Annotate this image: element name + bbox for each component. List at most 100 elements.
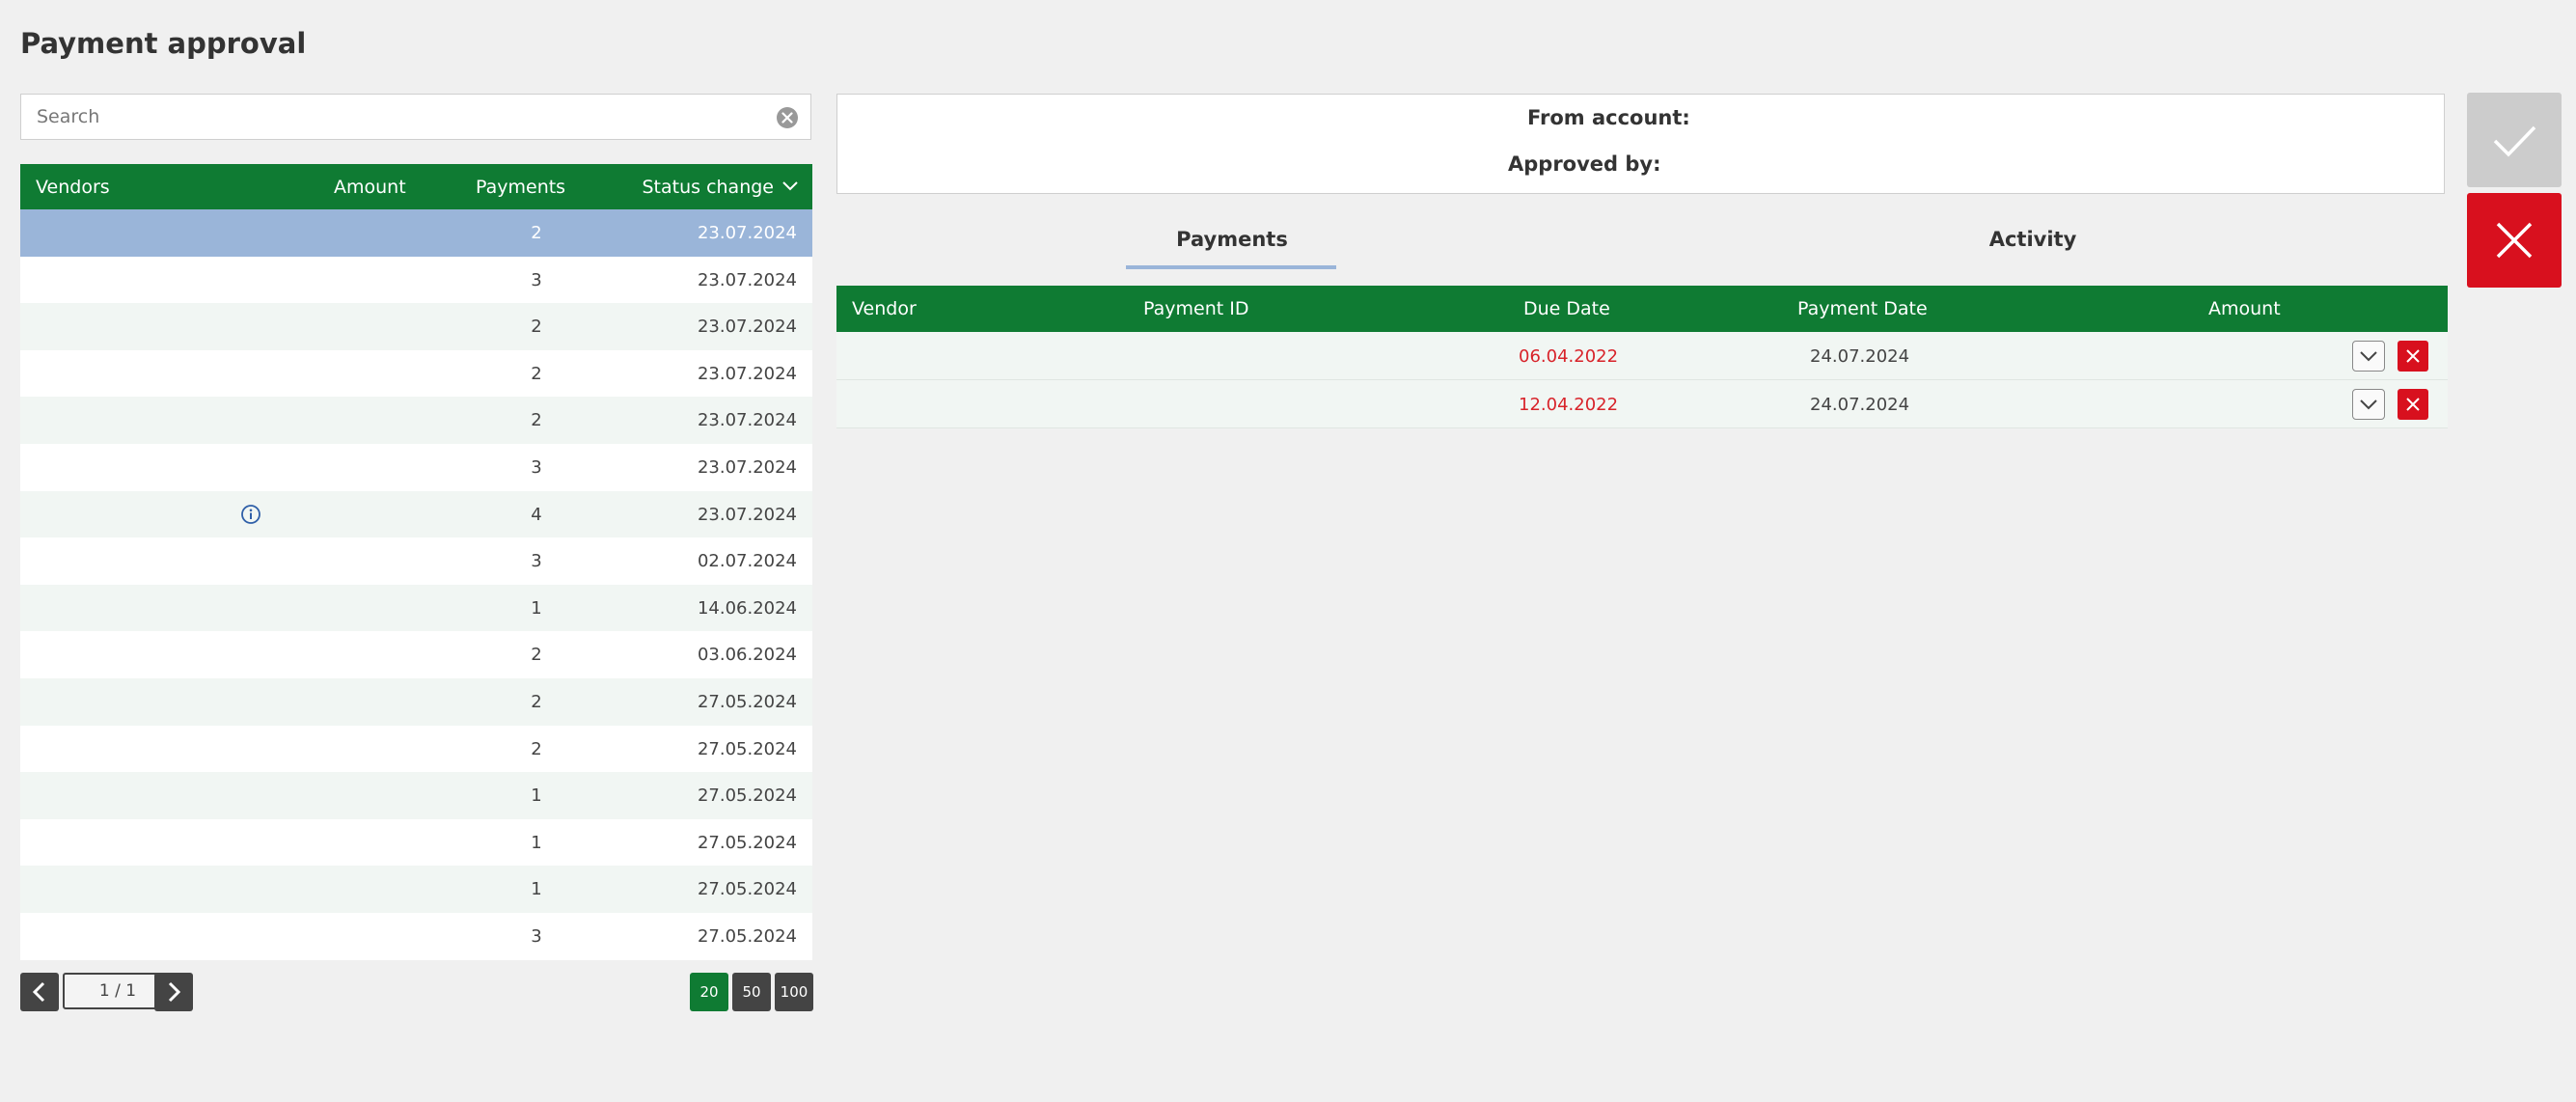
- payment-date: 24.07.2024: [1810, 395, 1910, 415]
- clear-search-icon[interactable]: [776, 106, 799, 129]
- payment-details-box: From account: Approved by:: [836, 94, 2445, 194]
- status-change-date: 27.05.2024: [697, 691, 797, 712]
- status-change-date: 23.07.2024: [697, 410, 797, 431]
- status-change-date: 27.05.2024: [697, 925, 797, 947]
- table-row[interactable]: 1 27.05.2024: [20, 818, 812, 867]
- payments-table: Vendor Payment ID Due Date Payment Date …: [836, 286, 2448, 428]
- column-header-amount[interactable]: Amount: [2208, 298, 2281, 319]
- page-size-20-button[interactable]: 20: [690, 973, 728, 1011]
- chevron-down-icon: [2360, 399, 2377, 410]
- previous-page-button[interactable]: [20, 973, 59, 1011]
- payments-count: 3: [531, 925, 542, 947]
- table-row[interactable]: 3 02.07.2024: [20, 537, 812, 585]
- info-icon[interactable]: [240, 504, 261, 525]
- table-row[interactable]: 1 14.06.2024: [20, 584, 812, 632]
- table-row[interactable]: 2 23.07.2024: [20, 397, 812, 444]
- active-tab-indicator: [1126, 265, 1336, 269]
- status-change-date: 23.07.2024: [697, 269, 797, 290]
- table-row[interactable]: 2 27.05.2024: [20, 677, 812, 726]
- payments-count: 2: [531, 223, 542, 243]
- status-change-date: 27.05.2024: [697, 832, 797, 853]
- vendors-table-body: 2 23.07.2024 3 23.07.2024 2 23.07.2024 2 23.07.…: [20, 209, 812, 960]
- vendors-table-header: Vendors Amount Payments Status change: [20, 164, 812, 209]
- approved-by-label: Approved by:: [1508, 152, 1661, 176]
- due-date: 06.04.2022: [1519, 346, 1619, 367]
- payments-count: 1: [531, 597, 542, 619]
- payments-count: 2: [531, 691, 542, 712]
- table-row[interactable]: 2 23.07.2024: [20, 209, 812, 257]
- column-header-payments[interactable]: Payments: [476, 177, 565, 198]
- column-header-status-change[interactable]: Status change: [642, 177, 774, 198]
- search-box: [20, 94, 811, 140]
- payment-date: 24.07.2024: [1810, 346, 1910, 367]
- page-size-100-button[interactable]: 100: [775, 973, 813, 1011]
- page-title: Payment approval: [20, 27, 307, 60]
- table-row[interactable]: 3 23.07.2024: [20, 256, 812, 304]
- payments-count: 3: [531, 456, 542, 478]
- status-change-date: 27.05.2024: [697, 738, 797, 759]
- column-header-payment-date[interactable]: Payment Date: [1797, 298, 1928, 319]
- status-change-date: 27.05.2024: [697, 879, 797, 900]
- status-change-date: 27.05.2024: [697, 785, 797, 807]
- column-header-amount[interactable]: Amount: [334, 177, 406, 198]
- table-row[interactable]: 3 23.07.2024: [20, 443, 812, 491]
- table-row[interactable]: 4 23.07.2024: [20, 490, 812, 538]
- status-change-date: 14.06.2024: [697, 597, 797, 619]
- payments-count: 1: [531, 879, 542, 900]
- table-row[interactable]: 06.04.2022 24.07.2024: [836, 332, 2448, 380]
- page-size-50-button[interactable]: 50: [732, 973, 771, 1011]
- payments-count: 1: [531, 832, 542, 853]
- from-account-label: From account:: [1527, 106, 1690, 129]
- table-row[interactable]: 1 27.05.2024: [20, 866, 812, 913]
- vendors-table: Vendors Amount Payments Status change 22…: [20, 164, 812, 960]
- close-icon: [2406, 398, 2420, 411]
- payments-count: 2: [531, 317, 542, 338]
- expand-row-button[interactable]: [2352, 341, 2385, 372]
- next-page-button[interactable]: [154, 973, 193, 1011]
- table-row[interactable]: 3 27.05.2024: [20, 912, 812, 960]
- close-icon: [2406, 349, 2420, 363]
- status-change-date: 03.06.2024: [697, 645, 797, 666]
- close-icon: [2496, 222, 2533, 259]
- payments-count: 2: [531, 363, 542, 384]
- chevron-down-icon: [2360, 351, 2377, 362]
- table-row[interactable]: 12.04.2022 24.07.2024: [836, 380, 2448, 428]
- checkmark-icon: [2493, 125, 2536, 157]
- sort-chevron-down-icon[interactable]: [781, 180, 799, 192]
- table-row[interactable]: 2 23.07.2024: [20, 349, 812, 398]
- reject-button[interactable]: [2467, 193, 2562, 288]
- remove-payment-button[interactable]: [2398, 389, 2428, 420]
- table-row[interactable]: 2 03.06.2024: [20, 631, 812, 678]
- tab-payments[interactable]: Payments: [1126, 228, 1338, 251]
- payments-count: 2: [531, 410, 542, 431]
- status-change-date: 23.07.2024: [697, 504, 797, 525]
- payments-count: 3: [531, 551, 542, 572]
- due-date: 12.04.2022: [1519, 395, 1619, 415]
- payments-count: 1: [531, 785, 542, 807]
- tab-activity[interactable]: Activity: [1927, 228, 2139, 251]
- chevron-right-icon: [168, 981, 181, 1003]
- payments-table-body: 06.04.2022 24.07.2024 12.04.2022 24.07.2024: [836, 332, 2448, 428]
- detail-tabs: Payments Activity: [836, 228, 2448, 276]
- status-change-date: 23.07.2024: [697, 317, 797, 338]
- remove-payment-button[interactable]: [2398, 341, 2428, 372]
- status-change-date: 02.07.2024: [697, 551, 797, 572]
- payments-count: 3: [531, 269, 542, 290]
- search-input[interactable]: [21, 95, 810, 139]
- table-row[interactable]: 2 23.07.2024: [20, 303, 812, 350]
- payments-count: 2: [531, 738, 542, 759]
- payments-count: 2: [531, 645, 542, 666]
- status-change-date: 23.07.2024: [697, 456, 797, 478]
- chevron-left-icon: [32, 981, 45, 1003]
- approve-button[interactable]: [2467, 93, 2562, 187]
- payments-count: 4: [531, 504, 542, 525]
- status-change-date: 23.07.2024: [697, 223, 797, 243]
- table-row[interactable]: 2 27.05.2024: [20, 725, 812, 773]
- column-header-vendors[interactable]: Vendors: [36, 177, 110, 198]
- column-header-due-date[interactable]: Due Date: [1523, 298, 1610, 319]
- payments-table-header: Vendor Payment ID Due Date Payment Date …: [836, 286, 2448, 332]
- expand-row-button[interactable]: [2352, 389, 2385, 420]
- column-header-vendor[interactable]: Vendor: [852, 298, 917, 319]
- column-header-payment-id[interactable]: Payment ID: [1143, 298, 1248, 319]
- table-row[interactable]: 1 27.05.2024: [20, 772, 812, 819]
